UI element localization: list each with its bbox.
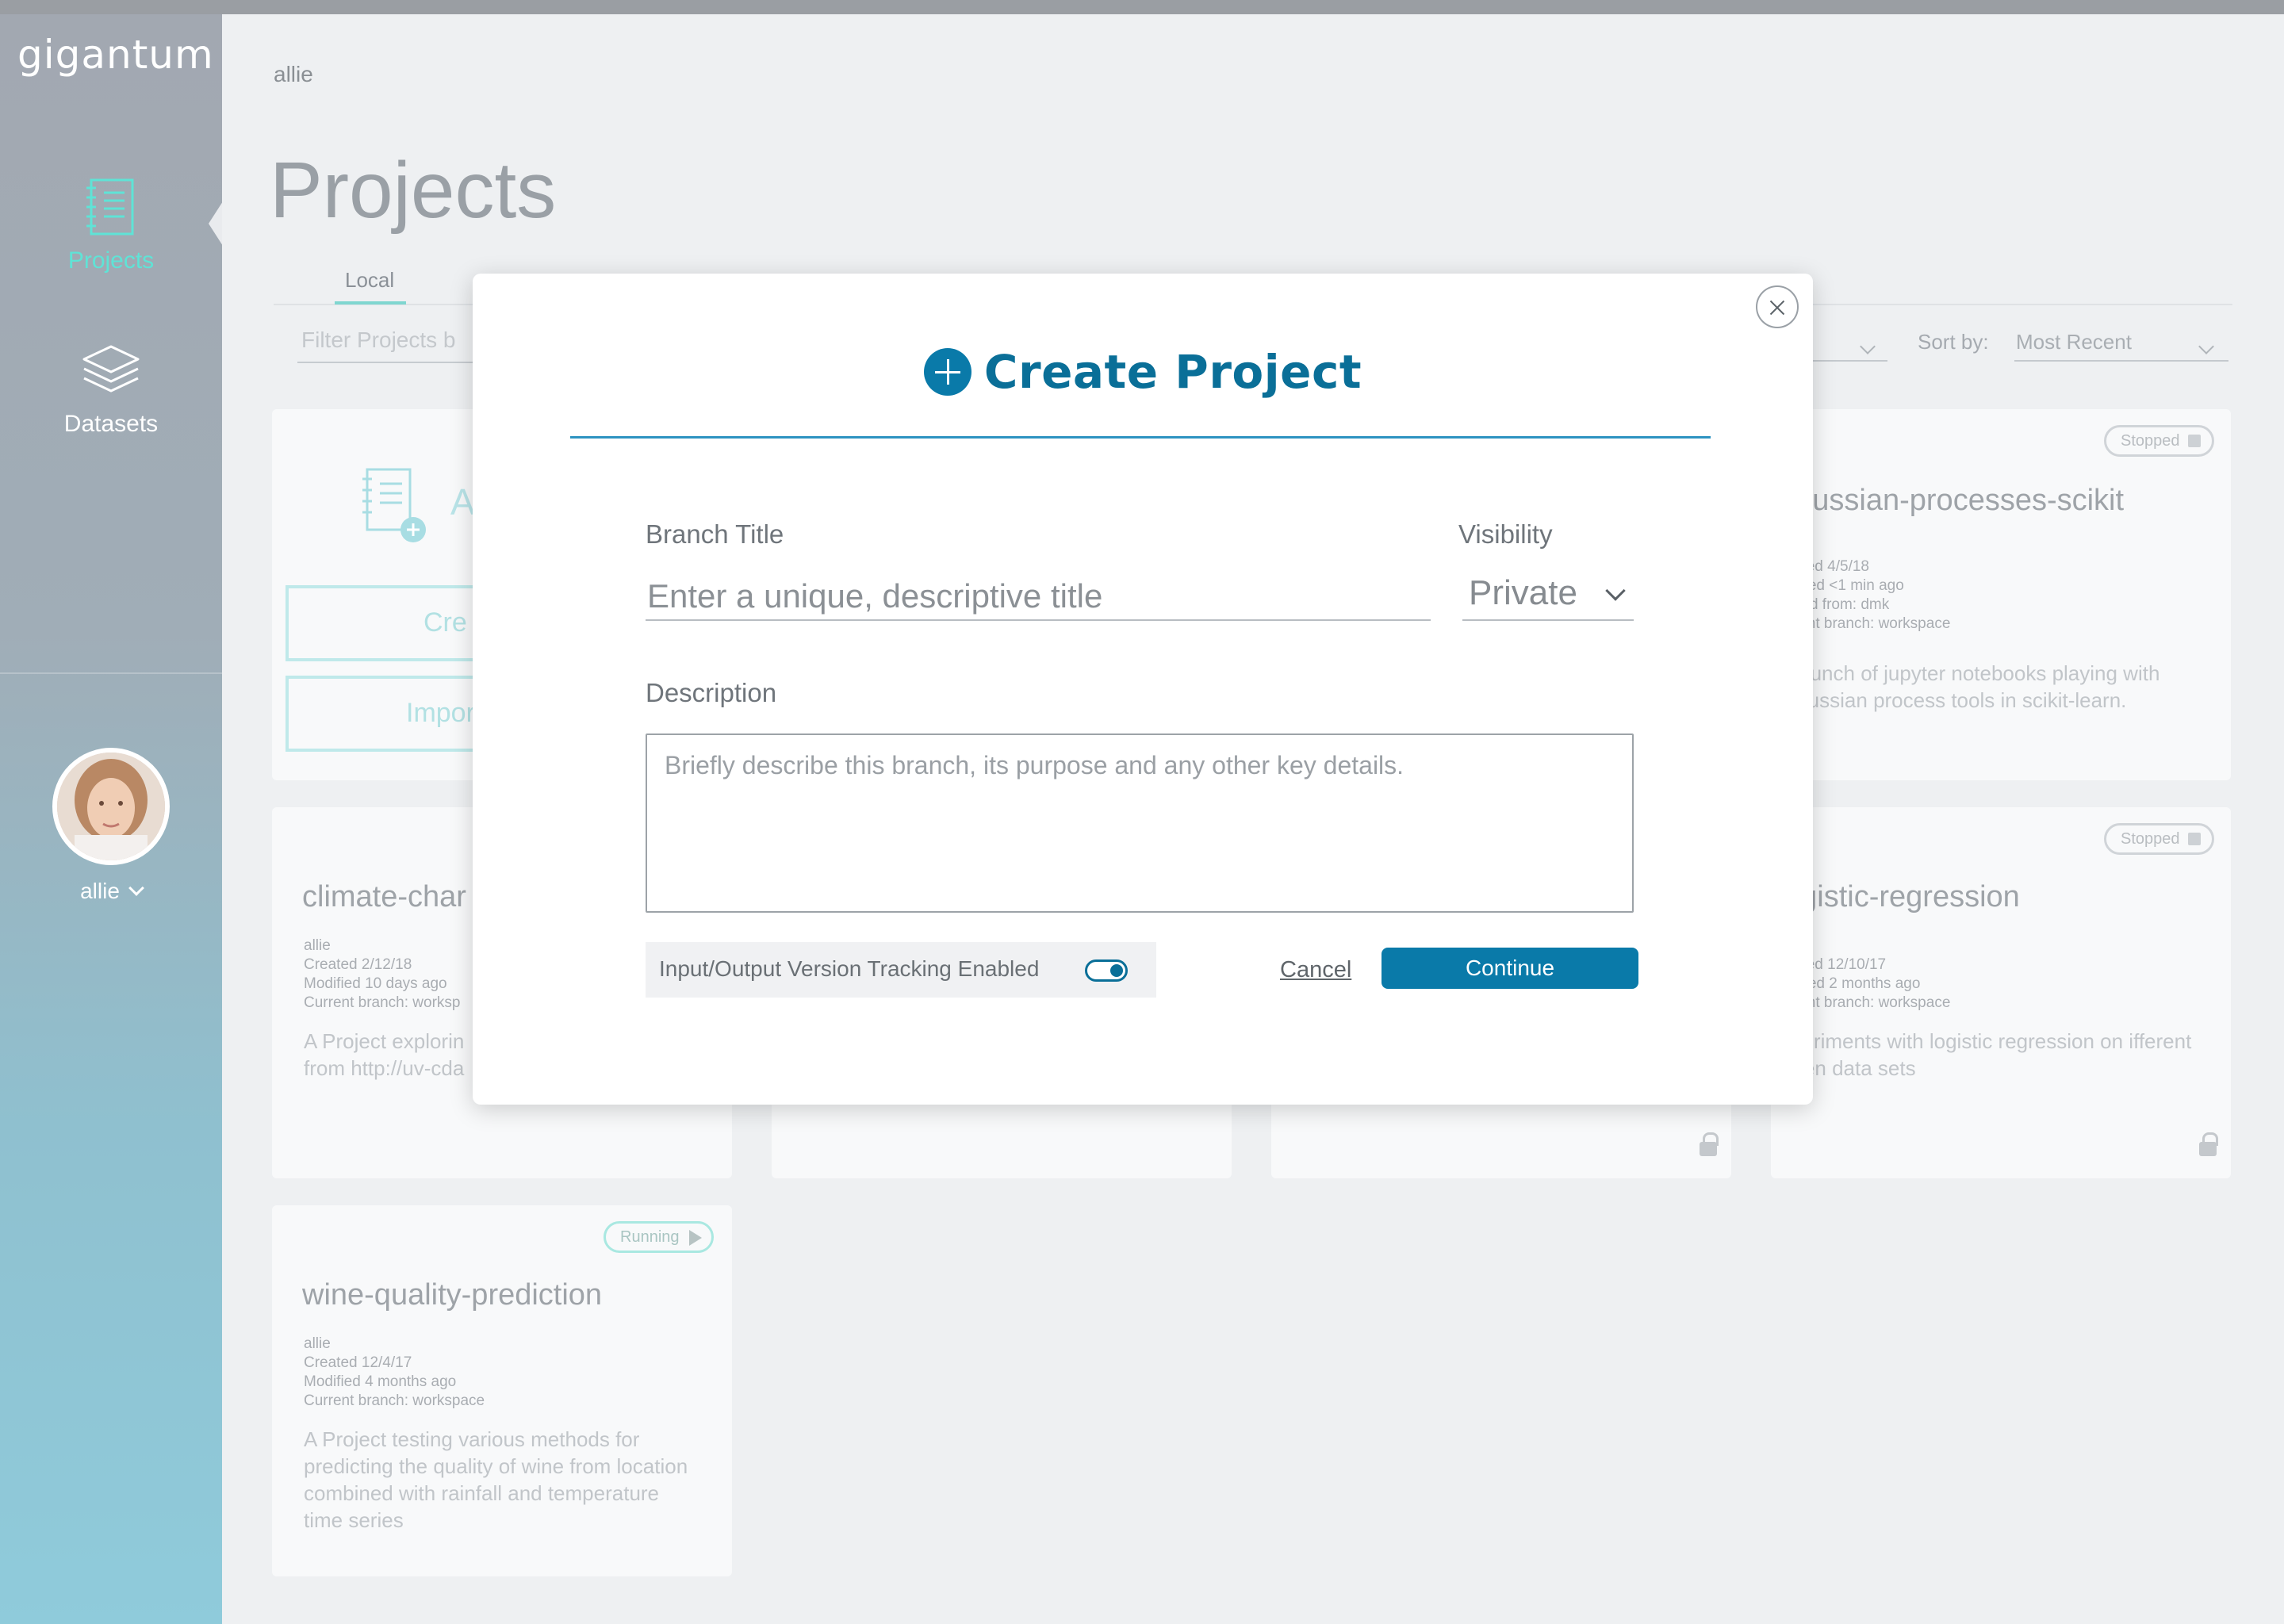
tab-local[interactable]: Local — [345, 268, 394, 293]
status-badge[interactable]: Running — [604, 1221, 714, 1253]
project-description: A Project testing various methods for pr… — [304, 1427, 688, 1532]
chevron-down-icon[interactable] — [2198, 339, 2214, 354]
project-card[interactable]: Stopped gaussian-processes-scikit lliere… — [1771, 409, 2231, 780]
sidebar-item-projects[interactable]: Projects — [0, 177, 222, 274]
user-menu[interactable]: allie — [0, 879, 222, 904]
project-card[interactable]: Running wine-quality-prediction allie Cre… — [272, 1205, 732, 1576]
visibility-label: Visibility — [1458, 519, 1553, 549]
project-meta: allie Created 2/12/18 Modified 10 days ago… — [304, 937, 461, 1011]
tracking-label: Input/Output Version Tracking Enabled — [659, 956, 1040, 981]
status-badge[interactable]: Stopped — [2104, 425, 2214, 457]
user-name: allie — [80, 879, 120, 903]
plus-icon — [923, 348, 971, 396]
continue-button[interactable]: Continue — [1382, 948, 1638, 989]
project-title[interactable]: climate-char — [302, 880, 466, 914]
stop-icon — [2187, 833, 2201, 845]
window-top-bar — [0, 0, 2284, 14]
project-card[interactable]: Stopped ogistic-regression lliereated 12… — [1771, 807, 2231, 1178]
sort-label: Sort by: — [1918, 330, 1989, 354]
datasets-icon — [82, 345, 140, 393]
sidebar-item-label: Projects — [67, 247, 155, 274]
app-logo: gigantum — [17, 32, 214, 78]
sidebar-item-label: Datasets — [63, 411, 159, 437]
avatar-image — [57, 753, 165, 860]
project-description: A Project explorin from http://uv-cda — [304, 1029, 465, 1080]
project-title[interactable]: ogistic-regression — [1784, 880, 2020, 914]
description-label: Description — [646, 678, 777, 707]
project-description: A bunch of jupyter notebooks playing wit… — [1780, 661, 2160, 712]
projects-icon — [86, 178, 134, 236]
project-description: xperiments with logistic regression on i… — [1780, 1029, 2192, 1080]
filter-select-underline — [1800, 360, 1887, 362]
tracking-row: Input/Output Version Tracking Enabled — [646, 942, 1156, 998]
modal-header-rule — [570, 436, 1711, 439]
modal-header: Create Project — [473, 345, 1813, 399]
visibility-value: Private — [1469, 573, 1577, 612]
branch-title-input[interactable] — [646, 573, 1431, 621]
lock-icon — [1700, 1132, 1719, 1156]
avatar[interactable] — [52, 748, 170, 865]
sort-underline — [2014, 360, 2228, 362]
modal-title: Create Project — [983, 345, 1362, 399]
stop-icon — [2187, 435, 2201, 447]
add-project-icon — [362, 468, 426, 542]
project-meta: allie Created 12/4/17 Modified 4 months ag… — [304, 1335, 485, 1409]
create-project-modal: Create Project Branch Title Visibility P… — [473, 274, 1813, 1105]
description-textarea[interactable] — [646, 733, 1634, 913]
tracking-toggle[interactable] — [1085, 959, 1128, 982]
cancel-button[interactable]: Cancel — [1280, 957, 1351, 983]
branch-title-label: Branch Title — [646, 519, 784, 549]
lock-icon — [2199, 1132, 2218, 1156]
sort-select[interactable]: Most Recent — [2016, 330, 2132, 354]
status-badge[interactable]: Stopped — [2104, 823, 2214, 855]
sidebar-divider — [0, 672, 222, 674]
page-title: Projects — [270, 146, 557, 235]
chevron-down-icon — [1605, 580, 1626, 601]
breadcrumb[interactable]: allie — [274, 62, 313, 87]
chevron-down-icon[interactable] — [1860, 339, 1876, 354]
add-project-title: A — [450, 481, 475, 523]
active-nav-indicator — [209, 201, 223, 246]
filter-input[interactable]: Filter Projects b — [301, 327, 456, 353]
visibility-select[interactable]: Private — [1462, 571, 1634, 621]
close-icon[interactable] — [1756, 285, 1799, 328]
tab-active-underline — [335, 301, 406, 304]
project-title[interactable]: wine-quality-prediction — [302, 1278, 602, 1312]
project-title[interactable]: gaussian-processes-scikit — [1779, 484, 2124, 518]
chevron-down-icon — [128, 880, 144, 896]
toggle-knob — [1110, 964, 1123, 977]
sidebar-item-datasets[interactable]: Datasets — [0, 343, 222, 438]
sidebar: gigantum Projects Datasets allie — [0, 14, 223, 1624]
play-icon — [688, 1230, 702, 1246]
